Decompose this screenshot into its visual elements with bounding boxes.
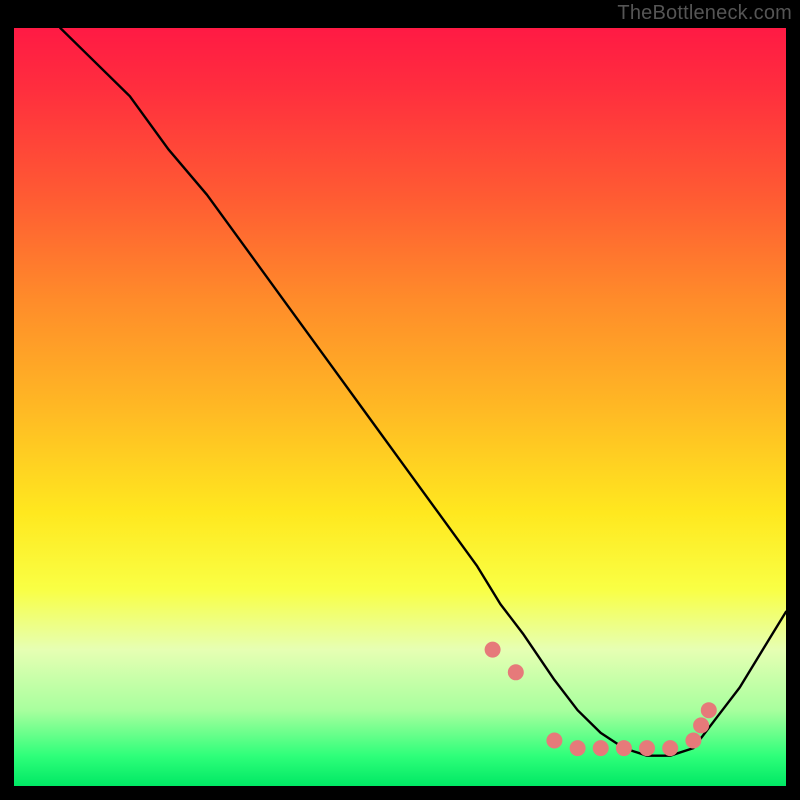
marker-dot: [508, 664, 524, 680]
chart-frame: TheBottleneck.com: [0, 0, 800, 800]
marker-dot: [693, 717, 709, 733]
marker-dot: [593, 740, 609, 756]
curve-line: [60, 28, 786, 756]
marker-dot: [639, 740, 655, 756]
marker-dot: [701, 702, 717, 718]
marker-dot: [546, 733, 562, 749]
plot-area: [14, 28, 786, 786]
marker-dot: [616, 740, 632, 756]
marker-dot: [685, 733, 701, 749]
attribution-label: TheBottleneck.com: [617, 2, 792, 25]
marker-dots: [485, 642, 717, 757]
chart-overlay: [14, 28, 786, 786]
marker-dot: [485, 642, 501, 658]
marker-dot: [570, 740, 586, 756]
marker-dot: [662, 740, 678, 756]
